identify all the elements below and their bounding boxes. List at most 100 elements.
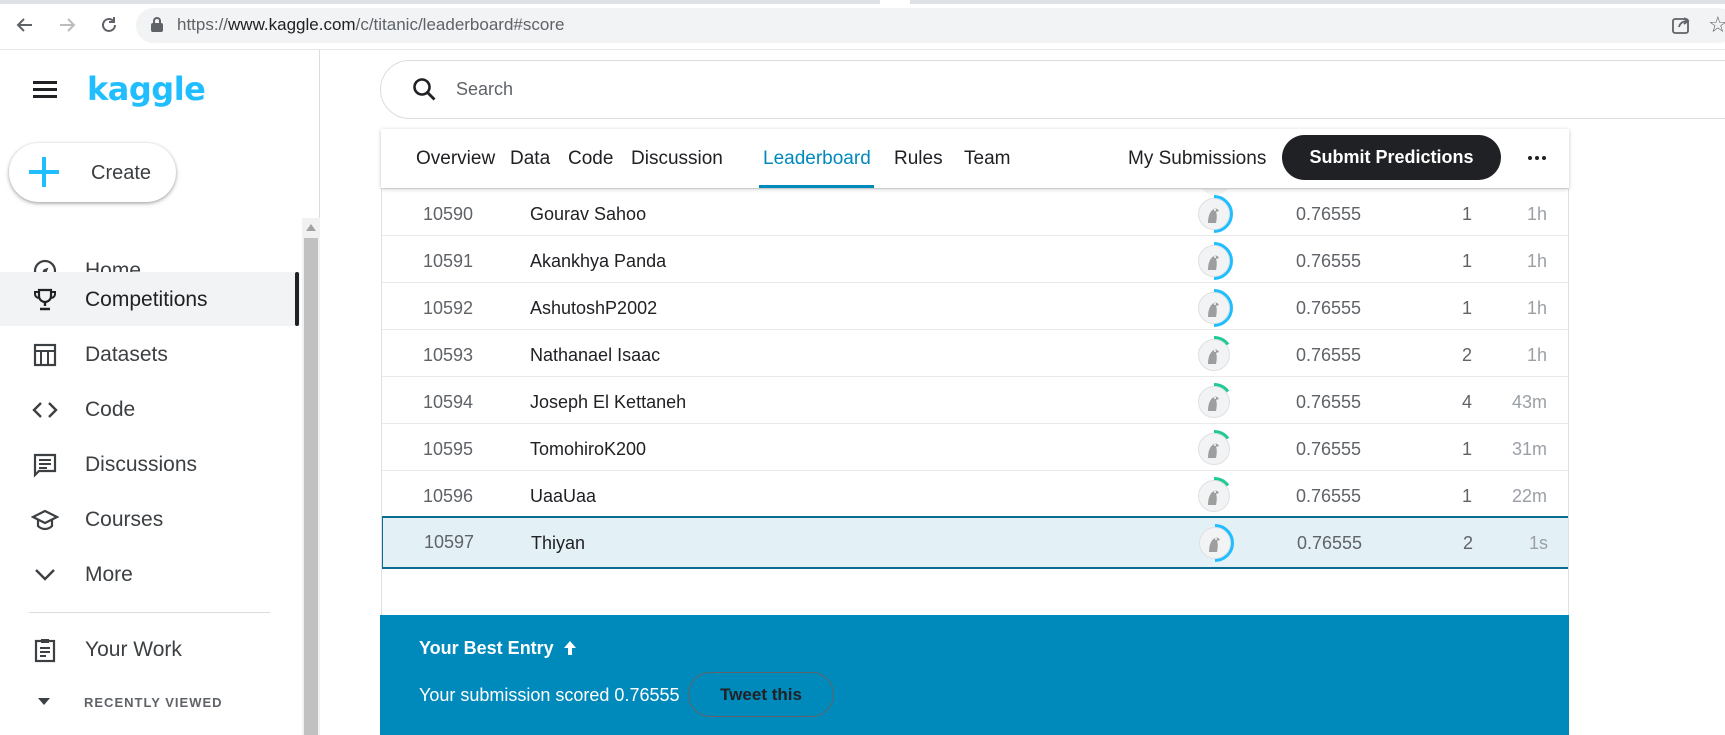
clipboard-icon — [31, 636, 59, 664]
last-submission-cell: 1h — [1526, 298, 1547, 318]
bookmark-star-icon[interactable]: ☆ — [1708, 12, 1725, 38]
table-row[interactable]: 10591 Akankhya Panda 0.76555 1 1h — [382, 235, 1568, 286]
tab-leaderboard[interactable]: Leaderboard — [763, 148, 871, 170]
table-row[interactable]: 10590 Gourav Sahoo 0.76555 1 1h — [382, 188, 1568, 239]
sidebar-item-competitions[interactable]: Competitions — [0, 272, 300, 326]
best-entry-title: Your Best Entry — [419, 638, 578, 659]
team-name-link[interactable]: TomohiroK200 — [530, 439, 646, 460]
score-cell: 0.76555 — [1296, 298, 1362, 318]
team-name-link[interactable]: UaaUaa — [530, 486, 596, 507]
browser-tab[interactable] — [910, 0, 1725, 4]
submit-predictions-button[interactable]: Submit Predictions — [1282, 135, 1501, 180]
back-icon[interactable] — [12, 12, 38, 38]
team-name-link[interactable]: Gourav Sahoo — [530, 204, 646, 225]
sidebar-item-label: More — [85, 563, 133, 586]
entries-cell: 4 — [1461, 392, 1472, 412]
kaggle-logo[interactable]: kaggle — [87, 70, 206, 108]
current-user-row[interactable]: 10597 Thiyan 0.76555 2 1s — [382, 516, 1568, 569]
team-name-link[interactable]: AshutoshP2002 — [530, 298, 657, 319]
tab-code[interactable]: Code — [568, 148, 613, 170]
reload-icon[interactable] — [96, 12, 122, 38]
team-name-link[interactable]: Joseph El Kettaneh — [530, 392, 686, 413]
score-cell: 0.76555 — [1296, 204, 1362, 224]
trophy-icon — [31, 286, 59, 314]
my-submissions-link[interactable]: My Submissions — [1128, 148, 1266, 170]
score-cell: 0.76555 — [1296, 486, 1362, 506]
recently-viewed-heading: RECENTLY VIEWED — [84, 695, 223, 710]
arrow-up-icon — [563, 641, 576, 655]
table-row[interactable]: 10595 TomohiroK200 0.76555 1 31m — [382, 423, 1568, 474]
scrollbar-thumb[interactable] — [304, 238, 318, 735]
url-text[interactable]: https://www.kaggle.com/c/titanic/leaderb… — [177, 15, 564, 35]
comment-icon — [31, 451, 59, 479]
sidebar-item-label: Your Work — [85, 638, 182, 661]
entries-cell: 1 — [1461, 439, 1472, 459]
entries-cell: 2 — [1462, 533, 1473, 553]
browser-tab[interactable] — [0, 0, 880, 4]
sidebar-divider — [29, 612, 270, 613]
forward-icon[interactable] — [54, 12, 80, 38]
entries-cell: 2 — [1461, 345, 1472, 365]
user-avatar[interactable] — [1194, 241, 1234, 281]
code-icon — [31, 396, 59, 424]
table-row[interactable]: 10594 Joseph El Kettaneh 0.76555 4 43m — [382, 376, 1568, 427]
active-tab-underline — [759, 185, 874, 188]
table-row[interactable]: 10596 UaaUaa 0.76555 1 22m — [382, 470, 1568, 521]
sidebar-item-label: Code — [85, 398, 136, 421]
scroll-up-arrow-icon[interactable] — [306, 224, 316, 231]
browser-tabstrip — [0, 0, 1725, 4]
tab-discussion[interactable]: Discussion — [631, 148, 723, 170]
table-row[interactable]: 10592 AshutoshP2002 0.76555 1 1h — [382, 282, 1568, 333]
table-icon — [31, 341, 59, 369]
search-bar[interactable] — [380, 60, 1725, 119]
active-indicator — [295, 272, 299, 326]
user-avatar[interactable] — [1194, 288, 1234, 328]
create-button[interactable]: Create — [9, 143, 176, 202]
school-icon — [31, 506, 59, 534]
score-cell: 0.76555 — [1296, 345, 1362, 365]
sidebar-item-datasets[interactable]: Datasets — [0, 327, 300, 382]
score-cell: 0.76555 — [1296, 251, 1362, 271]
sidebar-item-courses[interactable]: Courses — [0, 492, 300, 547]
user-avatar[interactable] — [1194, 335, 1234, 375]
search-icon — [413, 78, 436, 101]
rank-cell: 10593 — [423, 345, 474, 365]
table-row[interactable]: 10593 Nathanael Isaac 0.76555 2 1h — [382, 329, 1568, 380]
tab-rules[interactable]: Rules — [894, 148, 943, 170]
score-cell: 0.76555 — [1297, 533, 1363, 553]
entries-cell: 1 — [1461, 204, 1472, 224]
score-cell: 0.76555 — [1296, 439, 1362, 459]
create-label: Create — [91, 162, 152, 184]
sidebar-item-your-work[interactable]: Your Work — [0, 622, 300, 677]
sidebar-item-discussions[interactable]: Discussions — [0, 437, 300, 492]
user-avatar[interactable] — [1195, 523, 1235, 563]
rank-cell: 10592 — [423, 298, 474, 318]
menu-icon[interactable] — [33, 81, 57, 99]
leaderboard-table: 10590 Gourav Sahoo 0.76555 1 1h 10591 Akankhya… — [381, 188, 1569, 615]
team-name-link[interactable]: Nathanael Isaac — [530, 345, 660, 366]
user-avatar[interactable] — [1194, 429, 1234, 469]
tab-data[interactable]: Data — [510, 148, 550, 170]
sidebar-item-more[interactable]: More — [0, 547, 300, 602]
rank-cell: 10590 — [423, 204, 474, 224]
share-icon[interactable] — [1670, 14, 1692, 36]
caret-down-icon[interactable] — [38, 698, 50, 705]
tab-team[interactable]: Team — [964, 148, 1010, 170]
rank-cell: 10596 — [423, 486, 474, 506]
more-options-icon[interactable] — [1522, 143, 1552, 173]
rank-cell: 10597 — [424, 532, 475, 552]
entries-cell: 1 — [1461, 298, 1472, 318]
tweet-button[interactable]: Tweet this — [688, 672, 834, 717]
user-avatar[interactable] — [1194, 194, 1234, 234]
user-avatar[interactable] — [1194, 382, 1234, 422]
tab-overview[interactable]: Overview — [416, 148, 495, 170]
team-name-link[interactable]: Akankhya Panda — [530, 251, 666, 272]
submission-score-message: Your submission scored 0.76555 — [419, 685, 680, 705]
last-submission-cell: 1h — [1526, 345, 1547, 365]
plus-icon — [29, 157, 59, 187]
team-name-link[interactable]: Thiyan — [531, 533, 585, 554]
user-avatar[interactable] — [1194, 476, 1234, 516]
search-input[interactable] — [456, 79, 1256, 100]
sidebar-item-code[interactable]: Code — [0, 382, 300, 437]
sidebar-item-label: Discussions — [85, 453, 198, 476]
